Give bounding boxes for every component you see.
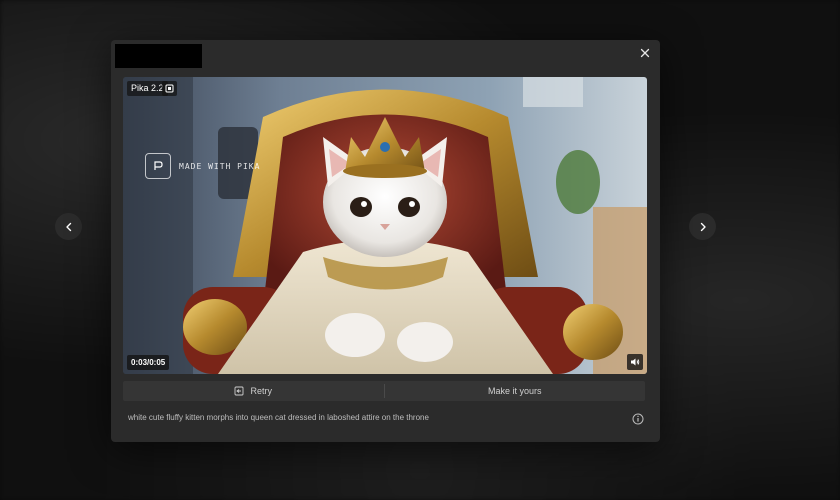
prompt-text: white cute fluffy kitten morphs into que… (128, 413, 429, 422)
previous-button[interactable] (55, 213, 82, 240)
copy-button[interactable] (162, 81, 177, 96)
watermark-text: MADE WITH PIKA (179, 161, 261, 171)
next-button[interactable] (689, 213, 716, 240)
chevron-left-icon (65, 222, 71, 231)
retry-button[interactable]: Retry (123, 381, 384, 401)
copy-icon (165, 84, 174, 93)
retry-label: Retry (250, 386, 272, 396)
close-icon (640, 48, 650, 58)
make-it-yours-button[interactable]: Make it yours (385, 381, 646, 401)
make-it-yours-label: Make it yours (487, 386, 542, 396)
action-bar: Retry Make it yours (123, 381, 645, 401)
speaker-icon (631, 358, 640, 366)
retry-icon (235, 386, 244, 396)
chevron-right-icon (700, 222, 706, 231)
volume-button[interactable] (627, 354, 643, 370)
info-button[interactable] (632, 412, 644, 425)
video-frame-image (123, 77, 647, 374)
redacted-title-block (115, 44, 202, 68)
info-icon (632, 413, 644, 425)
video-modal: Pika 2.2 MADE WITH PIKA 0:03/0:05 Retry … (111, 40, 660, 442)
playback-time: 0:03/0:05 (127, 355, 170, 370)
close-button[interactable] (636, 44, 654, 62)
video-player[interactable]: Pika 2.2 MADE WITH PIKA 0:03/0:05 (123, 77, 647, 374)
watermark: MADE WITH PIKA (145, 153, 260, 179)
pika-logo-icon (145, 153, 171, 179)
